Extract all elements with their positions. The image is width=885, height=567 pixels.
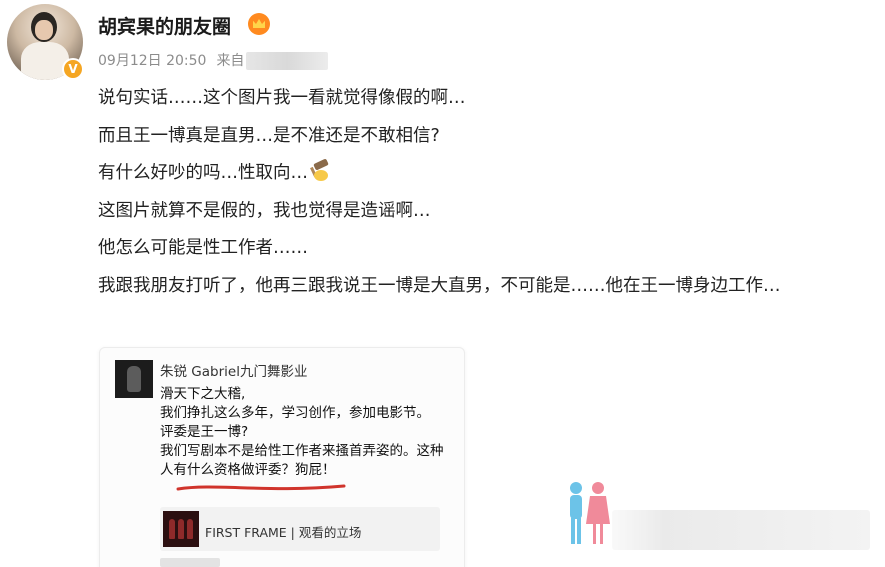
weibo-post: V 胡宾果的朋友圈 09月12日 20:50 来自 说句实话……这个图片我一看就觉… — [0, 0, 885, 567]
embedded-line: 滑天下之大稽, — [160, 386, 246, 402]
embedded-author-name: 朱锐 Gabriel九门舞影业 — [160, 364, 308, 380]
post-line: 这图片就算不是假的，我也觉得是造谣啊… — [98, 200, 431, 221]
post-line: 我跟我朋友打听了，他再三跟我说王一博是大直男，不可能是……他在王一博身边工作… — [98, 275, 781, 296]
post-line: 他怎么可能是性工作者…… — [98, 238, 308, 259]
embedded-footer-blurred — [160, 558, 220, 567]
source-blurred — [246, 52, 329, 70]
couple-watermark-icon — [570, 482, 610, 544]
avatar-face — [35, 20, 53, 40]
post-line: 有什么好吵的吗…性取向… — [98, 155, 878, 193]
link-title: FIRST FRAME | 观看的立场 — [205, 525, 362, 540]
post-line-text: 有什么好吵的吗…性取向… — [98, 163, 308, 184]
post-body: 说句实话……这个图片我一看就觉得像假的啊… 而且王一博真是直男…是不准还是不敢相… — [98, 80, 878, 306]
red-underline-annotation — [176, 484, 346, 491]
author-name[interactable]: 胡宾果的朋友圈 — [98, 12, 231, 39]
source-prefix: 来自 — [216, 53, 245, 69]
verified-badge-icon: V — [62, 58, 84, 80]
embedded-line: 我们挣扎这么多年，学习创作，参加电影节。 — [160, 405, 430, 421]
link-thumbnail — [163, 511, 199, 547]
embedded-line: 我们写剧本不是给性工作者来搔首弄姿的。这种人有什么资格做评委？狗屁！ — [160, 443, 444, 478]
embedded-author-avatar — [115, 360, 153, 398]
post-meta: 09月12日 20:50 来自 — [98, 50, 329, 70]
avatar-body — [21, 42, 69, 80]
vip-crown-icon — [248, 13, 270, 35]
post-timestamp[interactable]: 09月12日 20:50 — [98, 53, 206, 69]
post-line: 说句实话……这个图片我一看就觉得像假的啊… — [98, 88, 466, 108]
watermark-strip — [612, 510, 870, 550]
post-line: 而且王一博真是直男…是不准还是不敢相信? — [98, 125, 440, 146]
embedded-post-text: 滑天下之大稽, 我们挣扎这么多年，学习创作，参加电影节。 评委是王一博? 我们写… — [160, 385, 448, 480]
embedded-line: 评委是王一博? — [160, 424, 249, 440]
hammer-emoji-icon — [308, 158, 330, 182]
